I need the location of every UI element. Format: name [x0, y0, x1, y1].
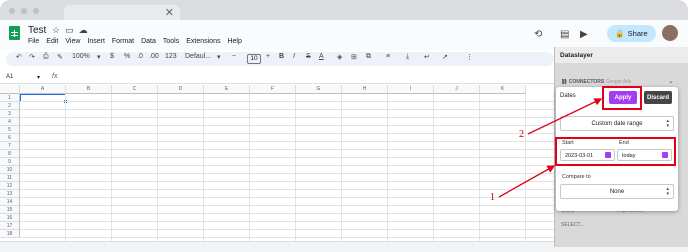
arrow-2	[527, 98, 603, 135]
annotation-arrows	[498, 98, 603, 198]
annotation-label-2: 2	[519, 129, 524, 140]
window: ✕ Test ☆▭☁ File Edit View Insert Format …	[0, 0, 688, 252]
annotation-label-1: 1	[490, 192, 495, 203]
arrow-1	[498, 165, 556, 198]
